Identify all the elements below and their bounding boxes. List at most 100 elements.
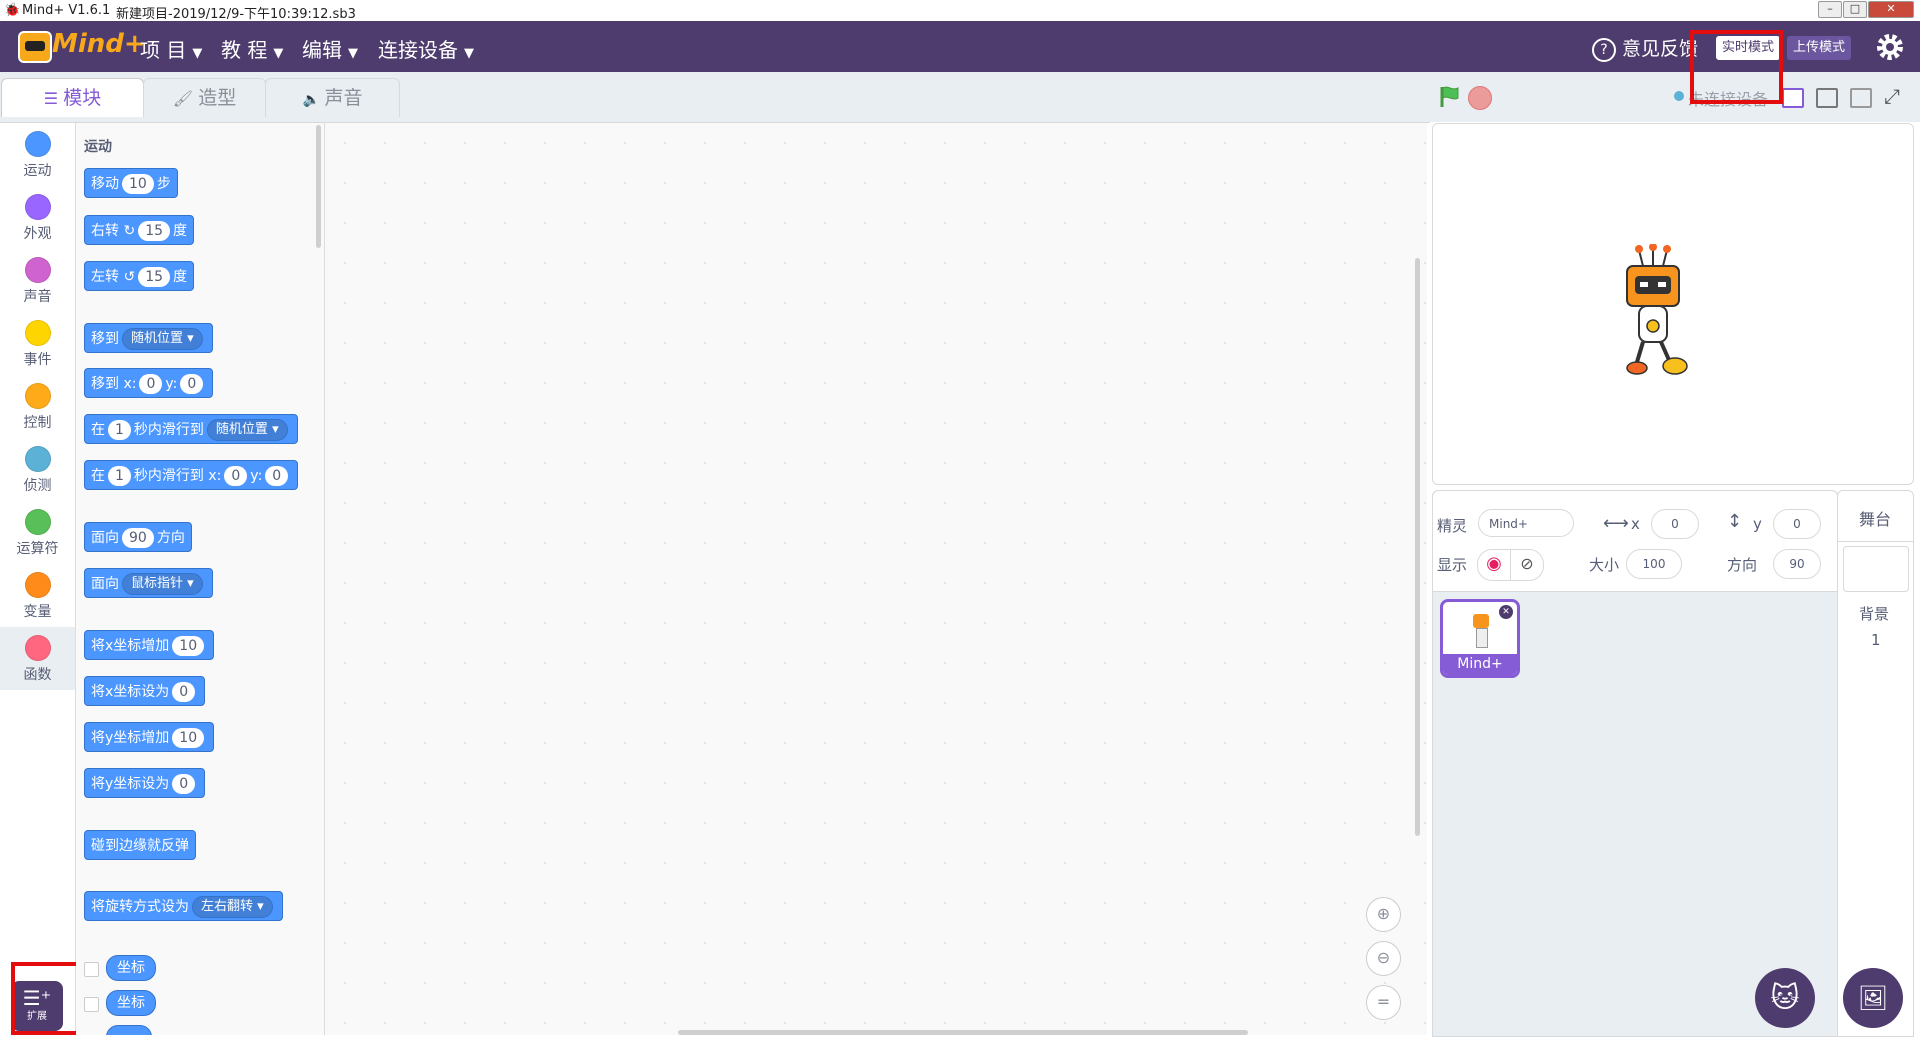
category-functions[interactable]: 函数 (0, 627, 75, 690)
block-go-to[interactable]: 移到 随机位置 ▾ (84, 323, 213, 353)
palette-scrollbar[interactable] (316, 125, 321, 248)
connection-status-dot-icon (1674, 91, 1684, 101)
tab-costumes[interactable]: 🖌 造型 (143, 78, 266, 117)
category-dot-icon (24, 320, 51, 346)
add-backdrop-image-icon[interactable]: 🖼 (1843, 968, 1903, 1028)
close-window-button[interactable]: ✕ (1868, 1, 1914, 18)
category-dot-icon (24, 383, 51, 409)
green-flag-icon[interactable] (1438, 85, 1462, 109)
category-dot-icon (24, 194, 51, 220)
workspace-horizontal-scrollbar[interactable] (678, 1030, 1248, 1035)
block-turn-right[interactable]: 右转 ↻ 15 度 (84, 215, 195, 245)
category-sound[interactable]: 声音 (0, 249, 75, 312)
category-variables[interactable]: 变量 (0, 564, 75, 627)
reporter-x-position[interactable]: 坐标 (106, 955, 156, 981)
category-dot-icon (24, 635, 51, 661)
small-stage-icon[interactable] (1782, 88, 1804, 108)
tab-sounds[interactable]: 🔈 声音 (265, 78, 400, 117)
settings-gear-icon[interactable] (1875, 32, 1905, 62)
window-title-bar: 🐞 Mind+ V1.6.1 新建项目-2019/12/9-下午10:39:12… (0, 0, 1920, 22)
category-control[interactable]: 控制 (0, 375, 75, 438)
sprite-name-input[interactable]: Mind+ (1478, 509, 1574, 537)
block-turn-left[interactable]: 左转 ↺ 15 度 (84, 261, 195, 291)
delete-sprite-close-icon[interactable]: ✕ (1499, 605, 1513, 619)
mindplus-logo[interactable]: Mind+ (18, 29, 146, 63)
stage-title: 舞台 (1859, 510, 1892, 529)
category-operators[interactable]: 运算符 (0, 501, 75, 564)
brush-icon: 🖌 (172, 89, 199, 108)
block-point-towards[interactable]: 面向 鼠标指针 ▾ (84, 568, 213, 598)
normal-stage-icon[interactable] (1816, 88, 1838, 108)
feedback-button[interactable]: ? 意见反馈 (1592, 34, 1698, 62)
maximize-button[interactable]: □ (1843, 1, 1867, 18)
stage-thumbnail[interactable] (1843, 546, 1909, 592)
workspace-vertical-scrollbar[interactable] (1415, 258, 1420, 836)
category-sensing[interactable]: 侦测 (0, 438, 75, 501)
fullscreen-icon[interactable]: ⤢ (1884, 84, 1900, 108)
sprite-info-panel: 精灵 Mind+ ⟷ x 0 ↕ y 0 显示 ◉ ⊘ 大小 100 方向 90 (1433, 491, 1837, 592)
reporter-direction[interactable] (106, 1025, 152, 1035)
caret-down-icon: ▼ (273, 46, 284, 61)
zoom-in-icon[interactable]: ⊕ (1366, 897, 1401, 932)
backdrop-label: 背景 (1859, 605, 1890, 623)
menu-connect-device[interactable]: 连接设备 ▼ (378, 34, 474, 63)
rotate-ccw-icon: ↺ (123, 269, 136, 285)
block-point-direction[interactable]: 面向 90 方向 (84, 522, 192, 552)
stage-selector-pane: 舞台 背景 1 🖼 (1837, 490, 1914, 1037)
tab-blocks[interactable]: ☰ 模块 (1, 78, 144, 117)
caret-down-icon: ▼ (348, 46, 358, 61)
minimize-button[interactable]: – (1818, 1, 1842, 18)
block-go-to-xy[interactable]: 移到 x: 0 y: 0 (84, 368, 214, 398)
x-label: x (1631, 515, 1640, 533)
menu-edit[interactable]: 编辑 ▼ (302, 34, 358, 63)
stop-icon[interactable] (1468, 86, 1492, 110)
block-move-steps[interactable]: 移动 10 步 (84, 168, 178, 198)
size-label: 大小 (1589, 556, 1620, 574)
block-change-y[interactable]: 将y坐标增加 10 (84, 722, 215, 752)
direction-label: 方向 (1727, 556, 1758, 574)
block-set-x[interactable]: 将x坐标设为 0 (84, 676, 206, 706)
zoom-out-icon[interactable]: ⊖ (1366, 941, 1401, 976)
block-glide-to[interactable]: 在 1 秒内滑行到 随机位置 ▾ (84, 414, 298, 444)
direction-input[interactable]: 90 (1773, 549, 1821, 579)
stage-canvas[interactable] (1432, 123, 1914, 485)
zoom-reset-icon[interactable]: = (1366, 985, 1401, 1020)
block-bounce-on-edge[interactable]: 碰到边缘就反弹 (84, 830, 196, 860)
y-position-input[interactable]: 0 (1773, 509, 1821, 539)
block-glide-to-xy[interactable]: 在 1 秒内滑行到 x: 0 y: 0 (84, 460, 299, 490)
category-looks[interactable]: 外观 (0, 186, 75, 249)
show-sprite-eye-icon[interactable]: ◉ (1477, 549, 1511, 581)
file-title: 新建项目-2019/12/9-下午10:39:12.sb3 (116, 7, 356, 22)
block-set-y[interactable]: 将y坐标设为 0 (84, 768, 206, 798)
sprite-thumb-image (1473, 614, 1489, 628)
category-motion[interactable]: 运动 (0, 123, 75, 186)
editor-tabs: ☰ 模块 🖌 造型 🔈 声音 (0, 72, 1430, 123)
blocks-icon: ☰ (43, 89, 64, 108)
mindplus-robot-sprite[interactable] (1613, 244, 1693, 384)
block-set-rotation-style[interactable]: 将旋转方式设为 左右翻转 ▾ (84, 891, 283, 921)
palette-section-title: 运动 (84, 139, 112, 155)
size-input[interactable]: 100 (1626, 549, 1682, 579)
code-workspace[interactable]: ⊕ ⊖ = (325, 123, 1427, 1035)
upload-mode-button[interactable]: 上传模式 (1787, 36, 1852, 60)
x-position-input[interactable]: 0 (1651, 509, 1699, 539)
sprite-thumbnail[interactable]: Mind+ ✕ (1440, 599, 1520, 678)
category-dot-icon (24, 257, 51, 283)
category-dot-icon (24, 131, 51, 157)
reporter-checkbox[interactable] (84, 962, 99, 977)
block-change-x[interactable]: 将x坐标增加 10 (84, 630, 215, 660)
menu-bar: Mind+ 项 目 ▼ 教 程 ▼ 编辑 ▼ 连接设备 ▼ ? 意见反馈 实时模式 上传模… (0, 21, 1920, 72)
sprite-thumb-body (1476, 628, 1488, 648)
sprite-label: 精灵 (1437, 517, 1468, 535)
reporter-y-position[interactable]: 坐标 (106, 990, 156, 1016)
category-dot-icon (24, 509, 51, 535)
menu-tutorial[interactable]: 教 程 ▼ (221, 34, 283, 63)
large-stage-icon[interactable] (1850, 88, 1872, 108)
reporter-checkbox[interactable] (84, 997, 99, 1012)
category-events[interactable]: 事件 (0, 312, 75, 375)
highlight-box-realtime-mode (1690, 30, 1783, 104)
menu-project[interactable]: 项 目 ▼ (140, 34, 202, 63)
hide-sprite-eye-slash-icon[interactable]: ⊘ (1510, 549, 1544, 581)
add-sprite-cat-icon[interactable]: 🐱 (1755, 968, 1815, 1028)
sprite-pane: 精灵 Mind+ ⟷ x 0 ↕ y 0 显示 ◉ ⊘ 大小 100 方向 90… (1432, 490, 1838, 1037)
